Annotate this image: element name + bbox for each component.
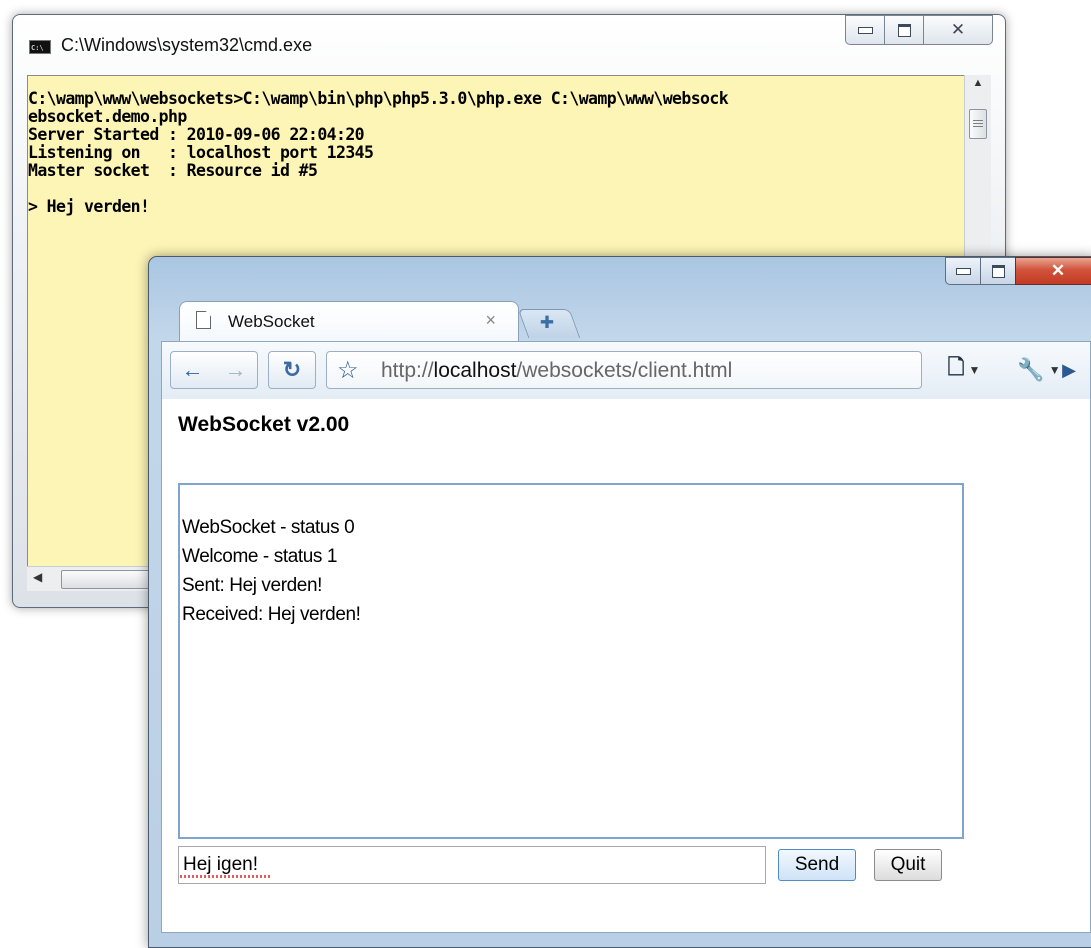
tab-title: WebSocket [228, 312, 315, 331]
page-content: WebSocket v2.00 WebSocket - status 0 Wel… [161, 399, 1091, 933]
cmd-maximize-button[interactable] [884, 15, 924, 45]
url-path: /websockets/client.html [516, 359, 733, 382]
close-icon: ✕ [1050, 261, 1066, 280]
url-host: localhost [433, 359, 517, 382]
browser-window[interactable]: ✕ WebSocket × ✚ ← → ↻ ☆ http://localhost… [148, 256, 1091, 948]
page-menu-icon: 🗋 [947, 355, 965, 379]
tab-websocket[interactable]: WebSocket × [179, 301, 519, 342]
console-line: Server Started : 2010-09-06 22:04:20 [28, 125, 365, 144]
browser-maximize-button[interactable] [980, 257, 1016, 285]
quit-button[interactable]: Quit [874, 849, 942, 881]
wrench-menu-button[interactable]: 🔧 ▼ [1004, 351, 1074, 389]
cmd-titlebar[interactable]: C:\ C:\Windows\system32\cmd.exe ✕ [13, 15, 1005, 73]
scroll-left-arrow-icon[interactable]: ◀ [33, 570, 42, 584]
log-line: Sent: Hej verden! [182, 575, 323, 596]
address-bar[interactable]: ☆ http://localhost/websockets/client.htm… [326, 351, 1076, 389]
minimize-icon [955, 267, 971, 275]
console-line: Master socket : Resource id #5 [28, 161, 318, 180]
log-line: Received: Hej verden! [182, 604, 361, 625]
new-tab-icon: ✚ [539, 313, 555, 332]
message-input[interactable] [178, 846, 766, 884]
console-line: Listening on : localhost port 12345 [28, 143, 374, 162]
log-line: WebSocket - status 0 [182, 517, 355, 538]
browser-toolbar: ← → ↻ ☆ http://localhost/websockets/clie… [161, 341, 1091, 401]
cmd-horizontal-scrollbar[interactable]: ◀ [27, 566, 173, 591]
url-scheme: http:// [381, 359, 434, 382]
cmd-window-title: C:\Windows\system32\cmd.exe [61, 35, 313, 55]
browser-close-button[interactable]: ✕ [1015, 257, 1091, 285]
cmd-close-button[interactable]: ✕ [923, 15, 993, 45]
message-log[interactable]: WebSocket - status 0 Welcome - status 1 … [178, 483, 964, 839]
star-icon[interactable]: ☆ [337, 356, 359, 385]
console-line: ebsocket.demo.php [28, 107, 187, 126]
maximize-icon [991, 264, 1005, 278]
reload-button[interactable]: ↻ [268, 351, 316, 389]
page-menu-button[interactable]: 🗋 ▼ [934, 351, 994, 389]
page-title: WebSocket v2.00 [178, 413, 350, 436]
chevron-down-icon: ▼ [1048, 363, 1061, 377]
log-line: Welcome - status 1 [182, 546, 338, 567]
scroll-up-arrow-icon[interactable]: ▲ [965, 77, 991, 95]
wrench-menu-icon: 🔧 [1017, 357, 1045, 382]
cmd-minimize-button[interactable] [845, 15, 885, 45]
url-text[interactable]: http://localhost/websockets/client.html [381, 359, 732, 383]
scrollbar-thumb[interactable] [969, 109, 987, 139]
browser-minimize-button[interactable] [945, 257, 981, 285]
back-arrow-icon[interactable]: ← [171, 357, 214, 383]
cmd-window-controls: ✕ [845, 15, 993, 45]
new-tab-button[interactable]: ✚ [517, 309, 581, 338]
tab-close-icon[interactable]: × [485, 310, 496, 331]
nav-buttons: ← → [170, 351, 258, 389]
spellcheck-underline [180, 875, 270, 878]
forward-arrow-icon[interactable]: → [214, 357, 257, 383]
console-line: > Hej verden! [28, 197, 150, 216]
send-button[interactable]: Send [778, 849, 856, 881]
cmd-app-icon: C:\ [29, 40, 51, 54]
page-icon [196, 311, 211, 329]
minimize-icon [857, 26, 873, 34]
cmd-console-text: C:\wamp\www\websockets>C:\wamp\bin\php\p… [28, 89, 729, 216]
chevron-down-icon: ▼ [968, 363, 981, 377]
maximize-icon [897, 23, 911, 37]
close-icon: ✕ [950, 20, 966, 39]
log-lines: WebSocket - status 0 Welcome - status 1 … [182, 513, 361, 629]
browser-window-controls: ✕ [945, 257, 1091, 287]
console-line: C:\wamp\www\websockets>C:\wamp\bin\php\p… [28, 89, 729, 108]
reload-icon: ↻ [282, 357, 302, 382]
